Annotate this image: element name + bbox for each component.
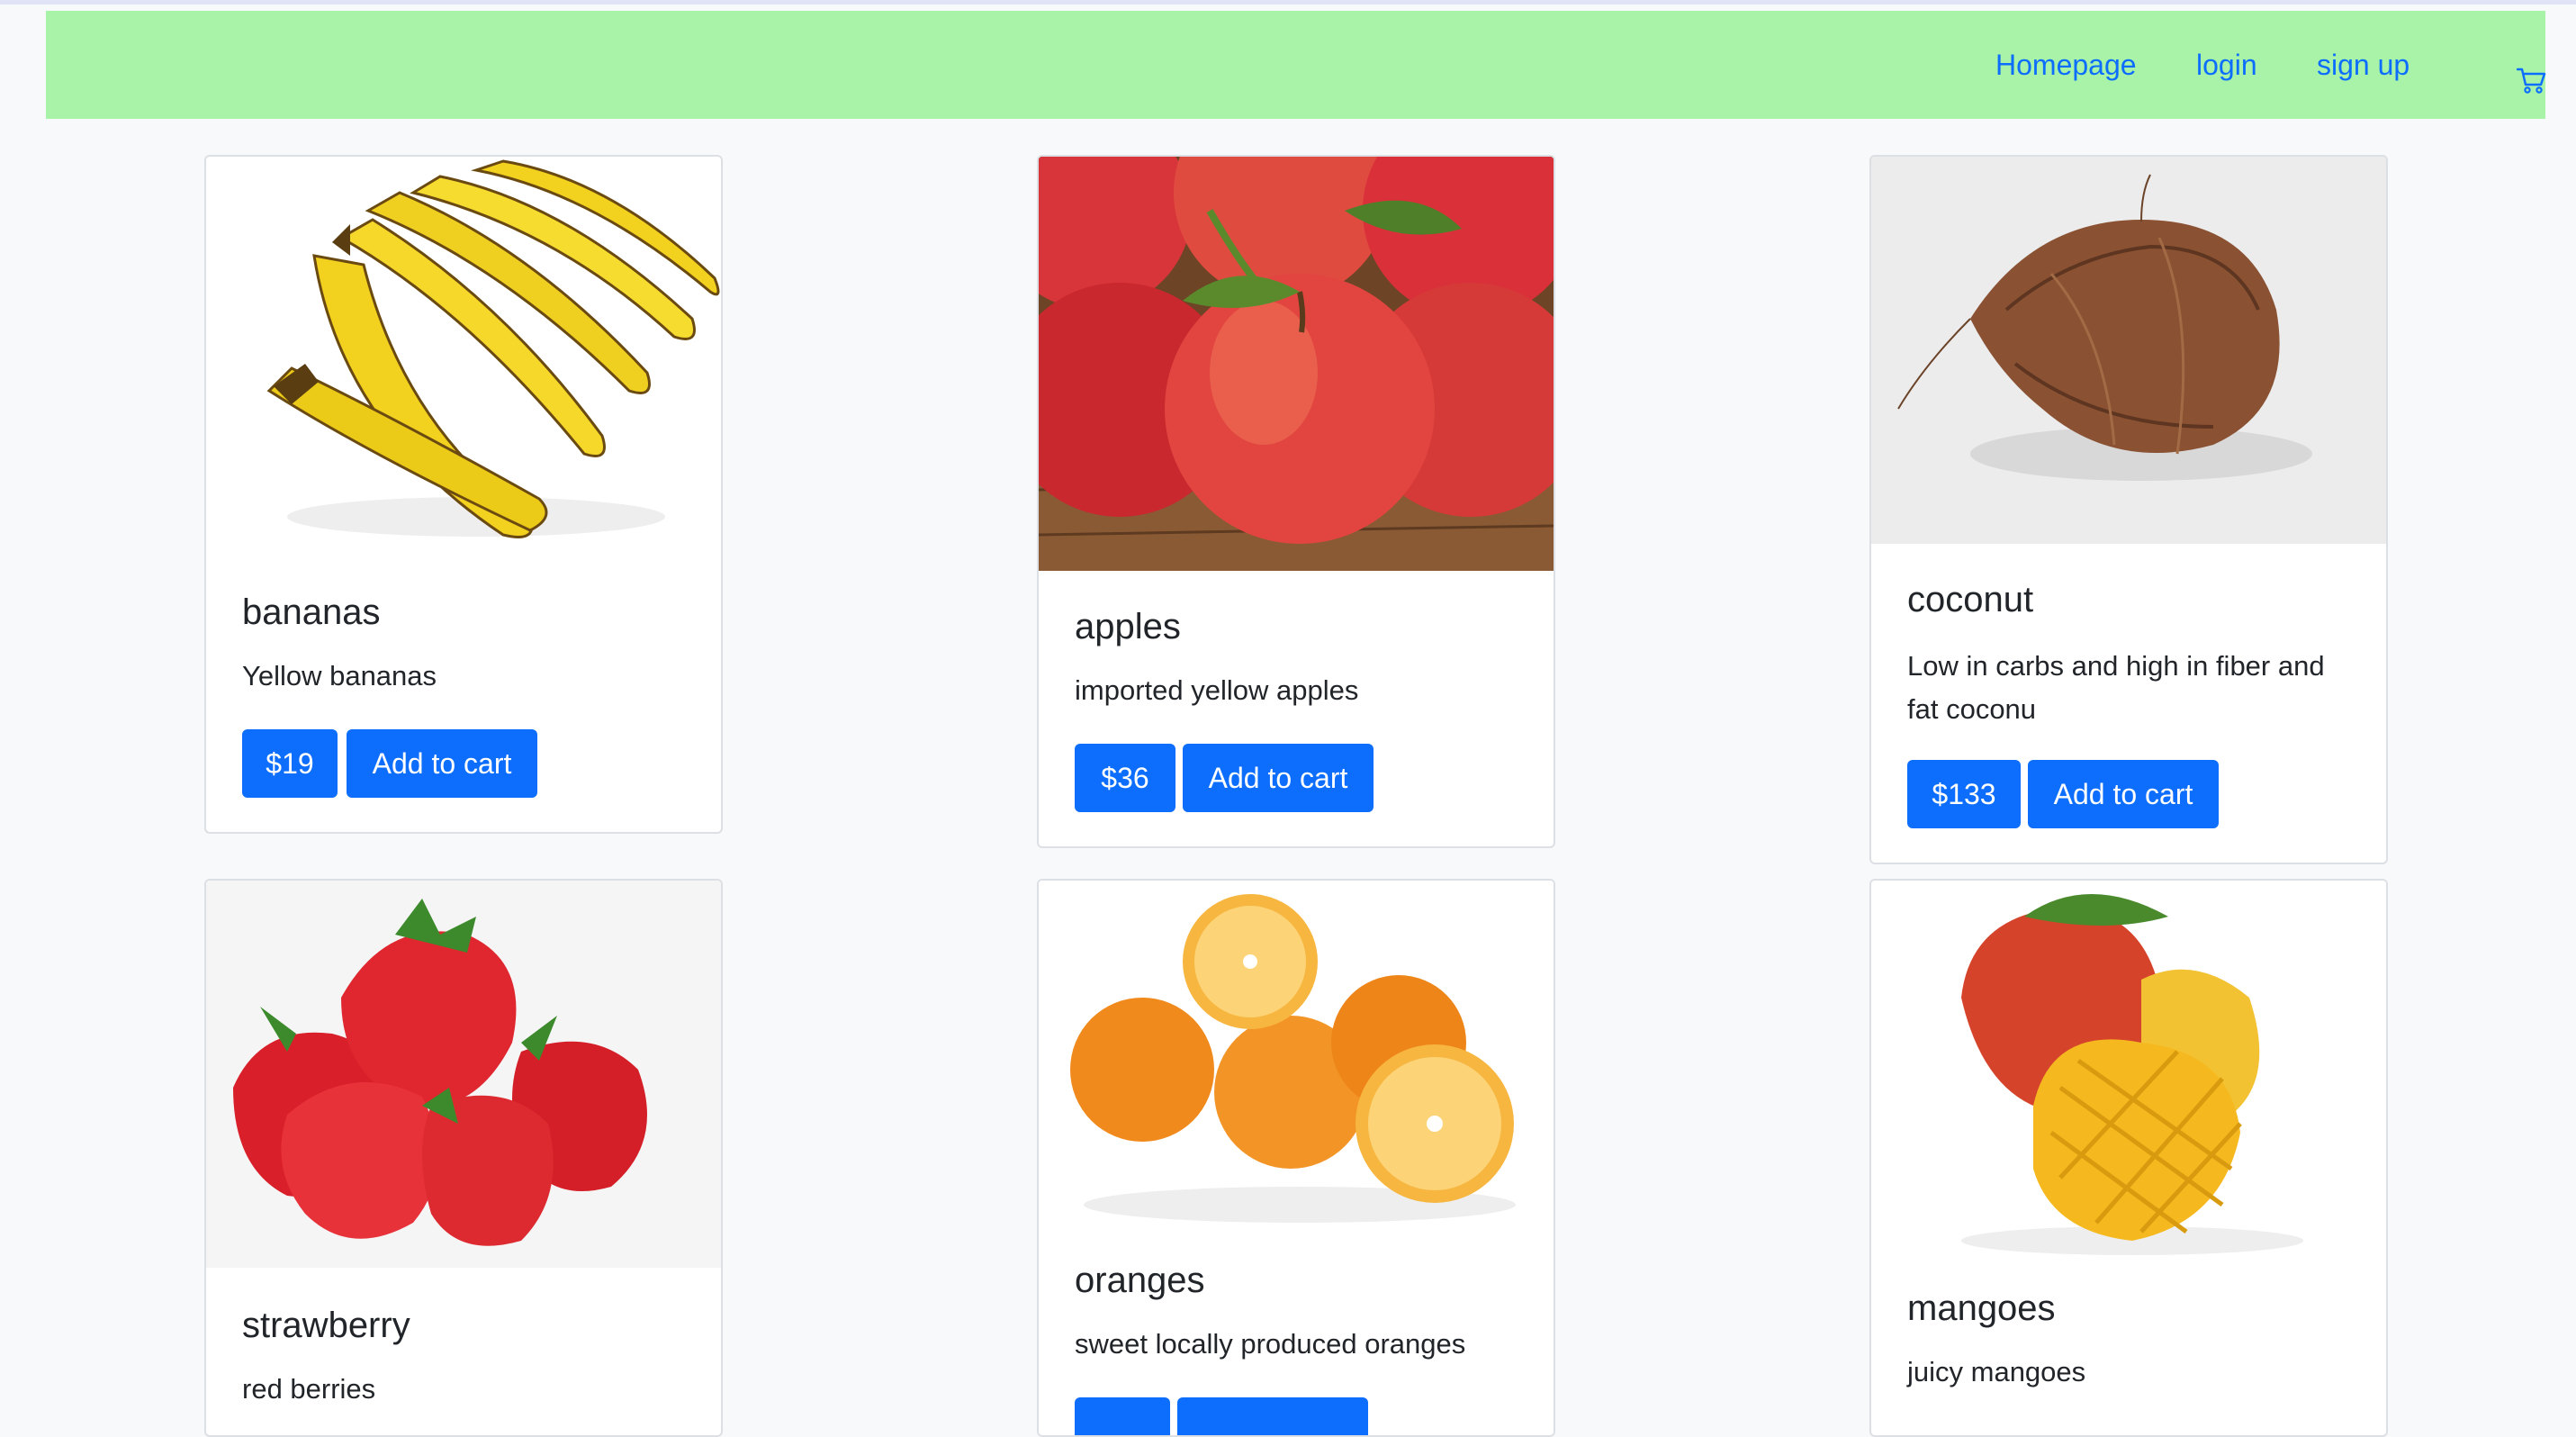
nav-login-link[interactable]: login	[2196, 11, 2257, 119]
product-image-coconut	[1871, 157, 2386, 544]
nav-homepage-link[interactable]: Homepage	[1995, 11, 2137, 119]
product-card-mangoes: mangoes juicy mangoes	[1869, 879, 2388, 1437]
product-card-strawberry: strawberry red berries	[204, 879, 723, 1437]
product-image-apples	[1039, 157, 1554, 571]
product-title: coconut	[1907, 580, 2034, 619]
price-button[interactable]: $19	[242, 729, 338, 798]
product-card-apples: apples imported yellow apples $36 Add to…	[1037, 155, 1555, 848]
price-button[interactable]	[1075, 1397, 1170, 1435]
product-description: red berries	[242, 1373, 376, 1405]
add-to-cart-button[interactable]: Add to cart	[1183, 744, 1374, 812]
product-card-coconut: coconut Low in carbs and high in fiber a…	[1869, 155, 2388, 864]
add-to-cart-button[interactable]: Add to cart	[347, 729, 537, 798]
browser-top-line	[0, 0, 2576, 5]
product-description: Yellow bananas	[242, 660, 437, 691]
add-to-cart-button[interactable]: Add to cart	[2028, 760, 2219, 828]
product-card-oranges: oranges sweet locally produced oranges	[1037, 879, 1555, 1437]
nav-signup-link[interactable]: sign up	[2317, 11, 2409, 119]
navbar: Homepage login sign up	[46, 11, 2547, 119]
add-to-cart-button[interactable]	[1177, 1397, 1368, 1435]
product-image-bananas	[206, 157, 721, 556]
product-title: bananas	[242, 592, 381, 632]
product-description: imported yellow apples	[1075, 674, 1359, 706]
product-description: juicy mangoes	[1907, 1356, 2086, 1387]
product-description: Low in carbs and high in fiber and fat c…	[1907, 650, 2325, 725]
product-card-bananas: bananas Yellow bananas $19 Add to cart	[204, 155, 723, 834]
price-button[interactable]: $36	[1075, 744, 1175, 812]
product-image-mangoes	[1871, 881, 2386, 1268]
product-title: apples	[1075, 607, 1181, 646]
product-image-oranges	[1039, 881, 1554, 1241]
price-button[interactable]: $133	[1907, 760, 2021, 828]
cart-icon[interactable]	[2517, 67, 2547, 94]
product-description: sweet locally produced oranges	[1075, 1328, 1466, 1360]
product-image-strawberry	[206, 881, 721, 1268]
product-title: oranges	[1075, 1261, 1205, 1300]
product-title: mangoes	[1907, 1288, 2056, 1328]
product-title: strawberry	[242, 1306, 410, 1345]
